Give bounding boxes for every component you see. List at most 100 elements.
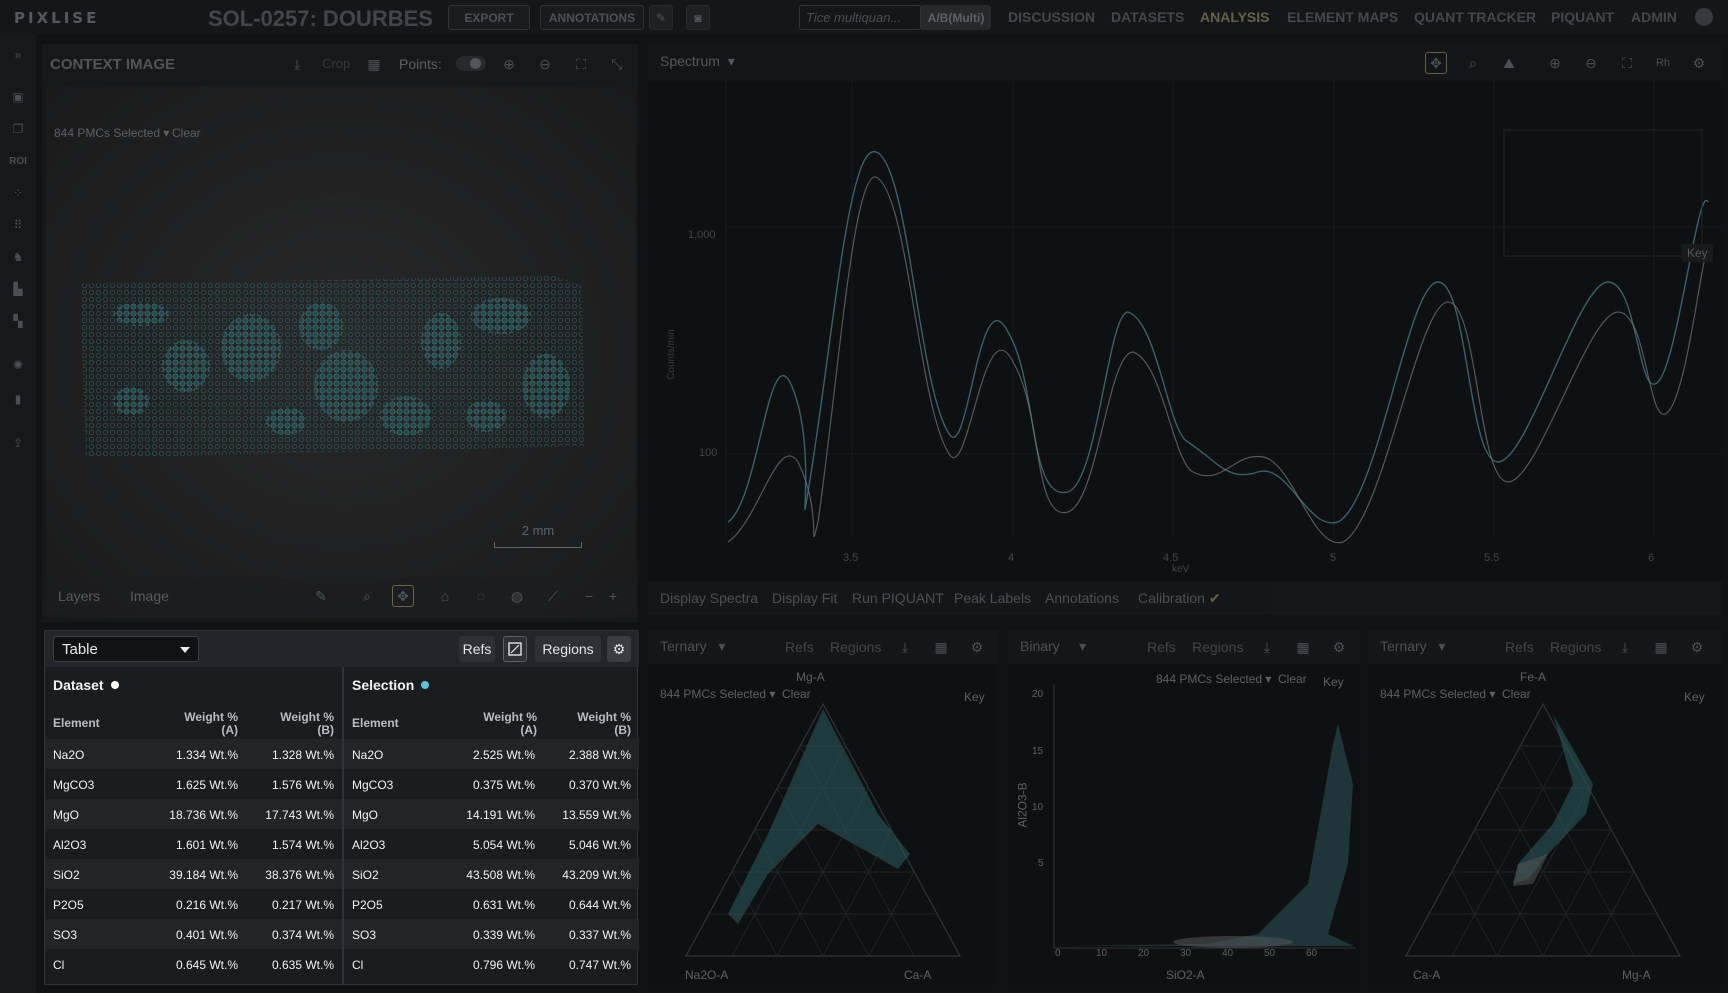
screenshot-icon[interactable]: ▦	[1292, 636, 1314, 658]
screenshot-icon[interactable]: ▦	[363, 53, 385, 75]
nav-quant-tracker[interactable]: QUANT TRACKER	[1414, 9, 1536, 25]
plus-icon[interactable]: +	[602, 585, 624, 607]
histogram-icon[interactable]: ▙	[9, 280, 27, 298]
line-tool-icon[interactable]: ⟋	[542, 585, 564, 607]
refs-button[interactable]: Refs	[785, 639, 814, 655]
pan-icon[interactable]: ✥	[1425, 52, 1447, 74]
table-row[interactable]: P2O5 0.216 Wt.% 0.217 Wt.%	[45, 889, 342, 919]
crop-button[interactable]: Crop	[322, 56, 350, 71]
view-type-select[interactable]: Table	[53, 636, 199, 662]
diffraction-icon[interactable]: ✺	[9, 356, 27, 374]
clear-link[interactable]: Clear	[1502, 687, 1531, 701]
table-row[interactable]: Na2O 1.334 Wt.% 1.328 Wt.%	[45, 739, 342, 769]
download-icon[interactable]: ⤓	[894, 636, 916, 658]
regions-button[interactable]: Regions	[535, 636, 601, 662]
settings-icon[interactable]: ⚙	[607, 636, 631, 662]
magnifier-icon[interactable]: ⌕	[356, 585, 378, 607]
camera-icon[interactable]: ◙	[686, 5, 710, 30]
display-spectra-button[interactable]: Display Spectra	[660, 590, 758, 606]
regions-button[interactable]: Regions	[830, 639, 881, 655]
zoom-out-icon[interactable]: ⊖	[534, 53, 556, 75]
refs-button[interactable]: Refs	[459, 636, 495, 662]
rover-icon[interactable]: ♞	[9, 248, 27, 266]
table-row[interactable]: P2O5 0.631 Wt.% 0.644 Wt.%	[344, 889, 639, 919]
ab-multi-button[interactable]: A/B(Multi)	[921, 5, 991, 30]
quant-map-icon[interactable]: ▚	[9, 312, 27, 330]
binary-plot[interactable]	[1008, 664, 1360, 985]
nav-piquant[interactable]: PIQUANT	[1551, 9, 1614, 25]
table-row[interactable]: SiO2 43.508 Wt.% 43.209 Wt.%	[344, 859, 639, 889]
peak-tool-icon[interactable]: ⛰	[1498, 52, 1520, 74]
settings-icon[interactable]: ⚙	[966, 636, 988, 658]
table-row[interactable]: Al2O3 5.054 Wt.% 5.046 Wt.%	[344, 829, 639, 859]
download-icon[interactable]: ⤓	[286, 53, 308, 75]
quant-selector[interactable]: Tice multiquan...	[799, 5, 921, 30]
key-button[interactable]: Key	[1684, 690, 1705, 704]
download-icon[interactable]: ⤓	[1614, 636, 1636, 658]
selection-chip[interactable]: 844 PMCs Selected ▾	[1156, 672, 1271, 686]
table-row[interactable]: Cl 0.645 Wt.% 0.635 Wt.%	[45, 949, 342, 979]
regions-button[interactable]: Regions	[1550, 639, 1601, 655]
palette-icon[interactable]: ◍	[506, 585, 528, 607]
download-icon[interactable]: ⤓	[1256, 636, 1278, 658]
zoom-out-icon[interactable]: ⊖	[1580, 52, 1602, 74]
table-row[interactable]: Al2O3 1.601 Wt.% 1.574 Wt.%	[45, 829, 342, 859]
context-image-icon[interactable]: ▣	[9, 88, 27, 106]
shrink-icon[interactable]: ⤡	[606, 53, 628, 75]
table-row[interactable]: SO3 0.339 Wt.% 0.337 Wt.%	[344, 919, 639, 949]
clear-link[interactable]: Clear	[782, 687, 811, 701]
table-row[interactable]: SO3 0.401 Wt.% 0.374 Wt.%	[45, 919, 342, 949]
chart-type-select[interactable]: Ternary ▾	[660, 638, 725, 655]
pencil-icon[interactable]: ✎	[310, 585, 332, 607]
lasso-icon[interactable]: ◌	[470, 585, 492, 607]
nav-analysis[interactable]: ANALYSIS	[1200, 9, 1270, 25]
export-button[interactable]: EXPORT	[448, 5, 530, 30]
nav-discussion[interactable]: DISCUSSION	[1008, 9, 1095, 25]
clear-selection-link[interactable]: Clear	[172, 126, 201, 140]
grid-dots-icon[interactable]: ⠿	[9, 216, 27, 234]
chart-type-select[interactable]: Ternary ▾	[1380, 638, 1445, 655]
regions-button[interactable]: Regions	[1192, 639, 1243, 655]
spectrum-key-button[interactable]: Key	[1682, 244, 1713, 262]
minus-icon[interactable]: −	[578, 585, 600, 607]
table-row[interactable]: Na2O 2.525 Wt.% 2.388 Wt.%	[344, 739, 639, 769]
screenshot-icon[interactable]: ▦	[1650, 636, 1672, 658]
calibration-button[interactable]: Calibration ✔	[1138, 590, 1221, 607]
selection-chip[interactable]: 844 PMCs Selected ▾	[1380, 687, 1495, 701]
display-fit-button[interactable]: Display Fit	[772, 590, 837, 606]
nav-datasets[interactable]: DATASETS	[1111, 9, 1184, 25]
scatter-icon[interactable]: ⁘	[9, 184, 27, 202]
pan-tool-icon[interactable]: ✥	[392, 585, 414, 607]
table-row[interactable]: MgCO3 0.375 Wt.% 0.370 Wt.%	[344, 769, 639, 799]
fit-all-icon[interactable]: ⛶	[570, 53, 592, 75]
search-icon[interactable]: ⌕	[1462, 52, 1484, 74]
settings-icon[interactable]: ⚙	[1328, 636, 1350, 658]
refs-button[interactable]: Refs	[1505, 639, 1534, 655]
points-toggle[interactable]	[456, 56, 486, 71]
nav-element-maps[interactable]: ELEMENT MAPS	[1287, 9, 1398, 25]
run-piquant-button[interactable]: Run PIQUANT	[852, 590, 944, 606]
table-row[interactable]: MgO 14.191 Wt.% 13.559 Wt.%	[344, 799, 639, 829]
annotations-button[interactable]: ANNOTATIONS	[540, 5, 644, 30]
layers-tab[interactable]: Layers	[58, 588, 100, 604]
clear-link[interactable]: Clear	[1278, 672, 1307, 686]
roi-icon[interactable]: ROI	[9, 152, 27, 170]
screenshot-icon[interactable]	[503, 636, 527, 662]
app-logo[interactable]: PIXLISE	[14, 9, 99, 27]
upload-icon[interactable]: ⇪	[9, 434, 27, 452]
zoom-in-icon[interactable]: ⊕	[1544, 52, 1566, 74]
zoom-in-icon[interactable]: ⊕	[498, 53, 520, 75]
brush-icon[interactable]: ⌂	[434, 585, 456, 607]
table-row[interactable]: SiO2 39.184 Wt.% 38.376 Wt.%	[45, 859, 342, 889]
peak-labels-button[interactable]: Peak Labels	[954, 590, 1031, 606]
expand-icon[interactable]: »	[9, 46, 27, 64]
user-avatar-icon[interactable]	[1695, 8, 1713, 26]
chart-type-select[interactable]: Binary ▾	[1020, 638, 1086, 655]
rh-icon[interactable]: Rh	[1652, 52, 1674, 74]
layers-icon[interactable]: ❐	[9, 120, 27, 138]
table-row[interactable]: Cl 0.796 Wt.% 0.747 Wt.%	[344, 949, 639, 979]
table-row[interactable]: MgCO3 1.625 Wt.% 1.576 Wt.%	[45, 769, 342, 799]
selection-chip[interactable]: 844 PMCs Selected ▾	[54, 126, 169, 140]
rgb-mix-icon[interactable]: ▮	[9, 390, 27, 408]
ternary-plot-2[interactable]	[1368, 664, 1722, 985]
